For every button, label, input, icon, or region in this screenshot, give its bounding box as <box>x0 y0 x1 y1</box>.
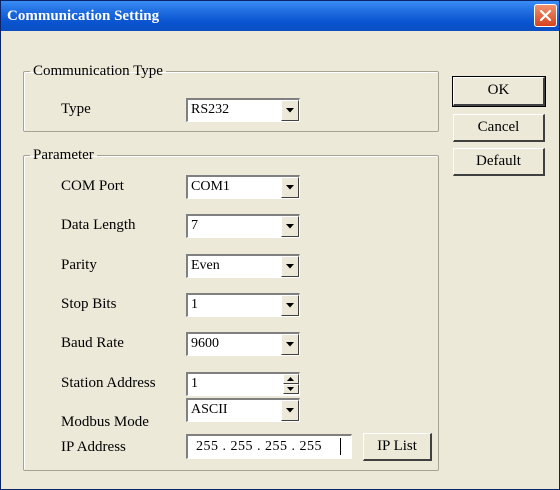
window-title: Communication Setting <box>7 8 160 24</box>
data-length-select[interactable]: 7 <box>186 214 300 238</box>
communication-setting-dialog: Communication Setting Communication Type… <box>0 0 560 490</box>
type-value: RS232 <box>191 102 230 117</box>
close-button[interactable] <box>534 4 557 27</box>
baud-rate-dropdown-button[interactable] <box>281 334 299 355</box>
type-label: Type <box>61 101 91 117</box>
modbus-mode-dropdown-button[interactable] <box>281 400 299 421</box>
spin-up-button[interactable] <box>283 374 299 384</box>
com-port-select[interactable]: COM1 <box>186 175 300 199</box>
stop-bits-dropdown-button[interactable] <box>281 295 299 316</box>
baud-rate-select[interactable]: 9600 <box>186 332 300 356</box>
modbus-mode-select[interactable]: ASCII <box>186 398 300 422</box>
chevron-down-icon <box>286 408 294 413</box>
chevron-down-icon <box>286 108 294 113</box>
spin-down-button[interactable] <box>283 384 299 394</box>
default-button[interactable]: Default <box>453 148 545 176</box>
chevron-down-icon <box>286 303 294 308</box>
data-length-label: Data Length <box>61 217 136 233</box>
ok-button[interactable]: OK <box>452 76 546 107</box>
ok-label: OK <box>487 82 510 98</box>
parameter-legend: Parameter <box>33 147 94 163</box>
com-port-label: COM Port <box>61 178 124 194</box>
parity-value: Even <box>191 258 220 273</box>
com-port-dropdown-button[interactable] <box>281 177 299 198</box>
data-length-dropdown-button[interactable] <box>281 216 299 237</box>
chevron-down-icon <box>286 185 294 190</box>
type-select[interactable]: RS232 <box>186 98 300 122</box>
ip-list-label: IP List <box>377 438 417 454</box>
modbus-mode-label: Modbus Mode <box>61 414 149 430</box>
default-label: Default <box>476 153 521 169</box>
station-address-value: 1 <box>191 376 198 391</box>
parity-label: Parity <box>61 257 97 273</box>
arrow-down-icon <box>287 387 294 391</box>
stop-bits-select[interactable]: 1 <box>186 293 300 317</box>
close-icon <box>539 9 552 22</box>
station-address-label: Station Address <box>61 375 156 391</box>
stop-bits-value: 1 <box>191 297 198 312</box>
parity-dropdown-button[interactable] <box>281 256 299 277</box>
communication-type-legend: Communication Type <box>33 63 163 79</box>
title-bar[interactable]: Communication Setting <box>1 1 559 31</box>
ip-address-label: IP Address <box>61 439 126 455</box>
baud-rate-label: Baud Rate <box>61 335 124 351</box>
type-dropdown-button[interactable] <box>281 100 299 121</box>
station-address-spinner[interactable]: 1 <box>186 372 300 396</box>
chevron-down-icon <box>286 264 294 269</box>
parity-select[interactable]: Even <box>186 254 300 278</box>
cancel-button[interactable]: Cancel <box>453 114 545 142</box>
modbus-mode-value: ASCII <box>191 402 228 417</box>
ip-address-value: 255 . 255 . 255 . 255 <box>196 439 322 454</box>
text-caret <box>340 438 341 455</box>
ip-list-button[interactable]: IP List <box>363 433 432 461</box>
ip-address-input[interactable]: 255 . 255 . 255 . 255 <box>186 434 352 459</box>
arrow-up-icon <box>287 377 294 381</box>
chevron-down-icon <box>286 224 294 229</box>
data-length-value: 7 <box>191 218 198 233</box>
chevron-down-icon <box>286 342 294 347</box>
com-port-value: COM1 <box>191 179 230 194</box>
stop-bits-label: Stop Bits <box>61 296 117 312</box>
cancel-label: Cancel <box>477 119 520 135</box>
baud-rate-value: 9600 <box>191 336 219 351</box>
